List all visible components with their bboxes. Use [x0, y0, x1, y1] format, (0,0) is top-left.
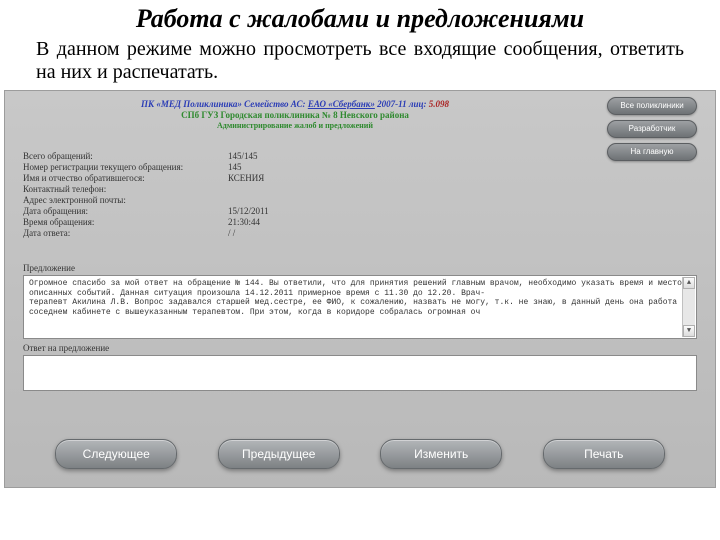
page-title: Работа с жалобами и предложениями [0, 0, 720, 36]
field-label: Время обращения: [23, 217, 228, 227]
scrollbar[interactable]: ▲ ▼ [682, 277, 695, 337]
app-window: ПК «МЕД Поликлиника» Семейство АС: ЕАО «… [4, 90, 716, 488]
intro-text: В данном режиме можно просмотреть все вх… [0, 36, 720, 90]
header-line1-lic: 5.098 [429, 99, 449, 109]
field-label: Контактный телефон: [23, 184, 228, 194]
field-label: Имя и отчество обратившегося: [23, 173, 228, 183]
reply-label: Ответ на предложение [23, 343, 109, 353]
field-label: Всего обращений: [23, 151, 228, 161]
field-value: 145/145 [228, 151, 258, 161]
all-clinics-button[interactable]: Все поликлиники [607, 97, 697, 115]
scroll-up-icon[interactable]: ▲ [683, 277, 695, 289]
fields-block: Всего обращений:145/145 Номер регистраци… [23, 151, 583, 239]
scroll-down-icon[interactable]: ▼ [683, 325, 695, 337]
top-buttons: Все поликлиники Разработчик На главную [607, 97, 697, 166]
field-label: Номер регистрации текущего обращения: [23, 162, 228, 172]
field-value: 21:30:44 [228, 217, 260, 227]
message-label: Предложение [23, 263, 75, 273]
app-header: ПК «МЕД Поликлиника» Семейство АС: ЕАО «… [95, 99, 495, 130]
edit-button[interactable]: Изменить [380, 439, 502, 469]
field-value: 145 [228, 162, 242, 172]
next-button[interactable]: Следующее [55, 439, 177, 469]
field-value: 15/12/2011 [228, 206, 269, 216]
header-line3: Администрирование жалоб и предложений [95, 121, 495, 130]
reply-textarea[interactable] [23, 355, 697, 391]
prev-button[interactable]: Предыдущее [218, 439, 340, 469]
field-label: Адрес электронной почты: [23, 195, 228, 205]
bottom-buttons: Следующее Предыдущее Изменить Печать [5, 439, 715, 469]
field-value: КСЕНИЯ [228, 173, 264, 183]
field-label: Дата ответа: [23, 228, 228, 238]
print-button[interactable]: Печать [543, 439, 665, 469]
header-line1-suffix: 2007-11 лиц: [375, 99, 429, 109]
message-textarea[interactable]: Огромное спасибо за мой ответ на обращен… [23, 275, 697, 339]
header-line2: СПб ГУЗ Городская поликлиника № 8 Невско… [95, 110, 495, 120]
developer-button[interactable]: Разработчик [607, 120, 697, 138]
header-line1-prefix: ПК «МЕД Поликлиника» Семейство АС: [141, 99, 308, 109]
header-line1-quoted: ЕАО «Сбербанк» [308, 99, 375, 109]
field-value: / / [228, 228, 235, 238]
message-text: Огромное спасибо за мой ответ на обращен… [29, 279, 692, 317]
home-button[interactable]: На главную [607, 143, 697, 161]
field-label: Дата обращения: [23, 206, 228, 216]
